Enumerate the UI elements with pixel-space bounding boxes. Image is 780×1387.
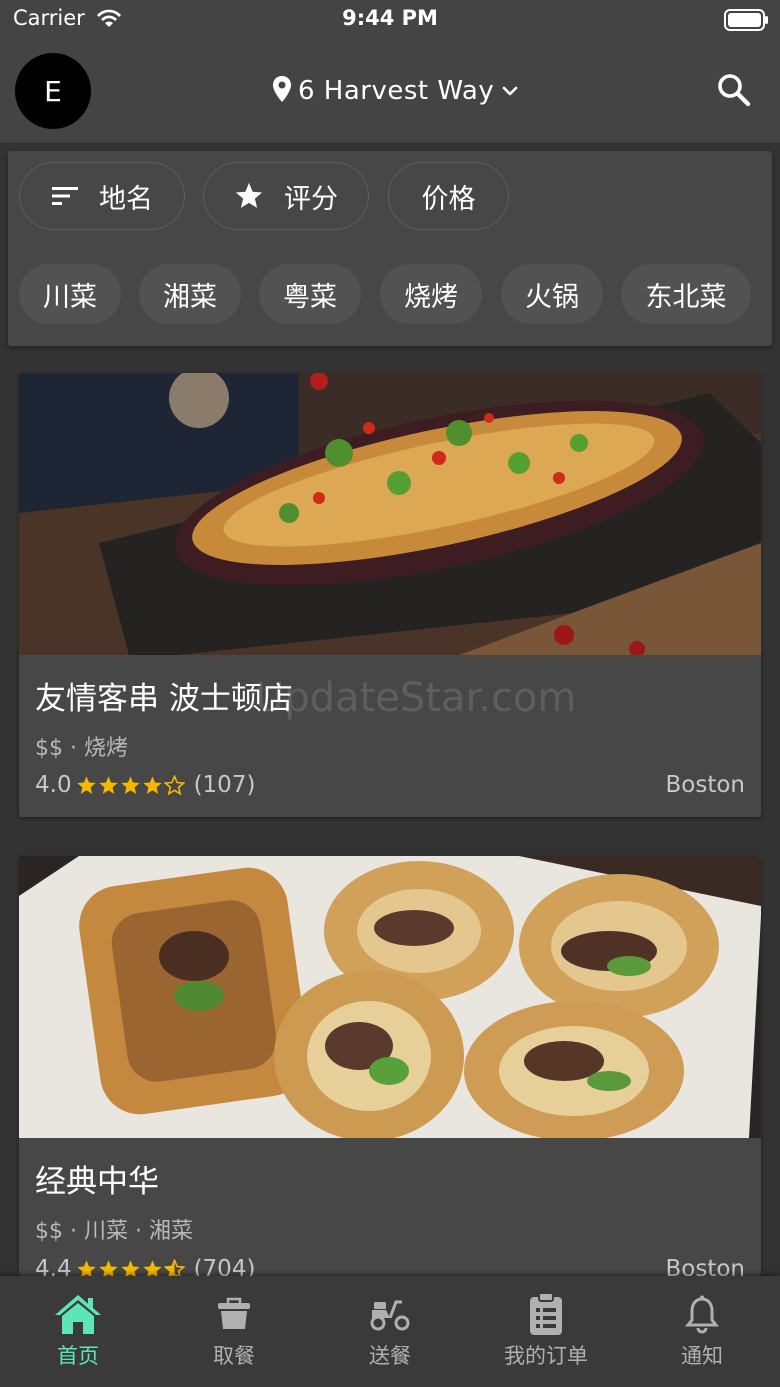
restaurant-city: Boston: [665, 772, 745, 798]
restaurant-card[interactable]: 友情客串 波士顿店 $$ · 烧烤 4.0 (107) Boston: [19, 373, 761, 817]
cuisine-tag[interactable]: 火锅: [501, 264, 603, 324]
delivery-scooter-icon: [368, 1292, 412, 1336]
cuisine-tag[interactable]: 烧烤: [380, 264, 482, 324]
star-full-icon: [142, 1259, 162, 1276]
home-icon: [52, 1292, 104, 1336]
star-full-icon: [120, 1259, 140, 1276]
sort-icon: [51, 185, 79, 207]
tab-label: 通知: [681, 1344, 723, 1368]
restaurant-meta: $$ · 烧烤: [35, 736, 128, 761]
chevron-down-icon: [502, 82, 518, 101]
tab-delivery[interactable]: 送餐: [312, 1276, 468, 1387]
app-header: E 6 Harvest Way: [0, 40, 780, 143]
star-full-icon: [76, 1259, 96, 1276]
status-bar: Carrier 9:44 PM: [0, 0, 780, 40]
restaurant-name: 友情客串 波士顿店: [35, 681, 293, 717]
tab-pickup[interactable]: 取餐: [156, 1276, 312, 1387]
star-full-icon: [98, 1259, 118, 1276]
chip-label: 地名: [99, 183, 153, 215]
sort-by-name-chip[interactable]: 地名: [19, 162, 185, 230]
bottom-tab-bar: 首页 取餐 送餐 我的订单 通知: [0, 1276, 780, 1387]
restaurant-meta: $$ · 川菜 · 湘菜: [35, 1219, 193, 1244]
tab-my-orders[interactable]: 我的订单: [468, 1276, 624, 1387]
search-icon: [716, 72, 752, 112]
chip-label: 评分: [284, 183, 338, 215]
tab-label: 我的订单: [504, 1344, 588, 1368]
tab-notifications[interactable]: 通知: [624, 1276, 780, 1387]
cuisine-tag[interactable]: 东北菜: [621, 264, 751, 324]
clock: 9:44 PM: [342, 6, 438, 30]
rating-value: 4.0: [35, 772, 72, 798]
star-full-icon: [120, 775, 140, 794]
rating-row: 4.4 (704): [35, 1254, 255, 1276]
roasted-eggplant-photo: [19, 373, 761, 657]
restaurant-city: Boston: [665, 1256, 745, 1276]
rating-row: 4.0 (107): [35, 770, 255, 800]
star-full-icon: [76, 775, 96, 794]
beef-rolls-photo: [19, 856, 761, 1141]
cuisine-tag[interactable]: 川菜: [19, 264, 121, 324]
avatar[interactable]: E: [15, 53, 91, 129]
search-button[interactable]: [714, 72, 754, 112]
tab-home[interactable]: 首页: [0, 1276, 156, 1387]
map-pin-icon: [272, 75, 292, 107]
filter-panel: 地名 评分 价格 川菜 湘菜 粤菜 烧烤 火锅 东北菜: [8, 151, 772, 346]
battery-icon: [724, 9, 770, 35]
chip-label: 价格: [421, 183, 476, 215]
star-rating: [76, 1258, 186, 1276]
address-label: 6 Harvest Way: [298, 76, 495, 106]
star-icon: [234, 181, 264, 211]
tab-label: 首页: [57, 1344, 99, 1368]
star-full-icon: [142, 775, 162, 794]
tab-label: 送餐: [369, 1344, 411, 1368]
tab-label: 取餐: [213, 1344, 255, 1368]
location-selector[interactable]: 6 Harvest Way: [272, 73, 518, 109]
star-half-icon: [163, 1258, 185, 1276]
review-count: (704): [193, 1256, 256, 1276]
cuisine-tag[interactable]: 粤菜: [259, 264, 361, 324]
review-count: (107): [193, 772, 256, 798]
rating-value: 4.4: [35, 1256, 72, 1276]
restaurant-name: 经典中华: [35, 1164, 159, 1200]
pickup-bag-icon: [214, 1292, 254, 1336]
restaurant-card[interactable]: 经典中华 $$ · 川菜 · 湘菜 4.4 (704) Boston: [19, 856, 761, 1276]
sort-by-rating-chip[interactable]: 评分: [203, 162, 369, 230]
cuisine-tag[interactable]: 湘菜: [139, 264, 241, 324]
sort-by-price-chip[interactable]: 价格: [388, 162, 509, 230]
bell-icon: [685, 1292, 719, 1336]
star-full-icon: [98, 775, 118, 794]
clipboard-icon: [528, 1292, 564, 1336]
star-empty-icon: [163, 774, 185, 795]
star-rating: [76, 774, 186, 796]
